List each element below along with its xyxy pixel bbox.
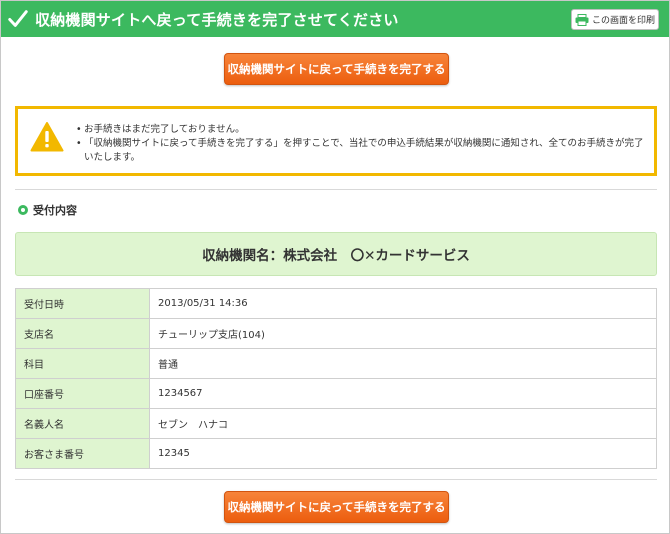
row-label: 名義人名 <box>15 408 150 439</box>
circle-bullet-icon <box>18 205 28 215</box>
warning-icon <box>30 122 64 152</box>
warning-item: お手続きはまだ完了しておりません。 <box>76 123 646 137</box>
print-button[interactable]: この画面を印刷 <box>571 9 659 30</box>
page-title: 収納機関サイトへ戻って手続きを完了させてください <box>35 10 399 29</box>
section-heading: 受付内容 <box>18 202 77 218</box>
printer-icon <box>575 13 589 26</box>
table-row: 名義人名 セブン ハナコ <box>15 408 657 439</box>
table-row: 口座番号 1234567 <box>15 378 657 409</box>
warning-list: お手続きはまだ完了しておりません。 「収納機関サイトに戻って手続きを完了する」を… <box>76 123 646 165</box>
warning-item: 「収納機関サイトに戻って手続きを完了する」を押すことで、当社での申込手続結果が収… <box>76 137 646 165</box>
table-row: 支店名 チューリップ支店(104) <box>15 318 657 349</box>
table-row: 受付日時 2013/05/31 14:36 <box>15 288 657 319</box>
merchant-name-banner: 収納機関名：株式会社 〇✕カードサービス <box>15 232 657 276</box>
row-label: 口座番号 <box>15 378 150 409</box>
table-row: お客さま番号 12345 <box>15 438 657 469</box>
warning-box: お手続きはまだ完了しておりません。 「収納機関サイトに戻って手続きを完了する」を… <box>15 106 657 176</box>
row-label: 支店名 <box>15 318 150 349</box>
row-label: 科目 <box>15 348 150 379</box>
row-value: セブン ハナコ <box>149 408 657 439</box>
row-value: チューリップ支店(104) <box>149 318 657 349</box>
divider <box>15 189 657 190</box>
row-label: お客さま番号 <box>15 438 150 469</box>
row-value: 1234567 <box>149 378 657 409</box>
checkmark-icon <box>8 10 28 27</box>
table-row: 科目 普通 <box>15 348 657 379</box>
section-title: 受付内容 <box>33 204 77 217</box>
complete-button-bottom[interactable]: 収納機関サイトに戻って手続きを完了する <box>224 491 449 523</box>
row-value: 12345 <box>149 438 657 469</box>
page-header: 収納機関サイトへ戻って手続きを完了させてください この画面を印刷 <box>1 1 669 37</box>
page-frame: 収納機関サイトへ戻って手続きを完了させてください この画面を印刷 収納機関サイト… <box>0 0 670 534</box>
complete-button-top[interactable]: 収納機関サイトに戻って手続きを完了する <box>224 53 449 85</box>
row-label: 受付日時 <box>15 288 150 319</box>
row-value: 2013/05/31 14:36 <box>149 288 657 319</box>
divider <box>15 479 657 480</box>
print-button-label: この画面を印刷 <box>591 16 655 26</box>
row-value: 普通 <box>149 348 657 379</box>
details-table: 受付日時 2013/05/31 14:36 支店名 チューリップ支店(104) … <box>15 288 657 469</box>
